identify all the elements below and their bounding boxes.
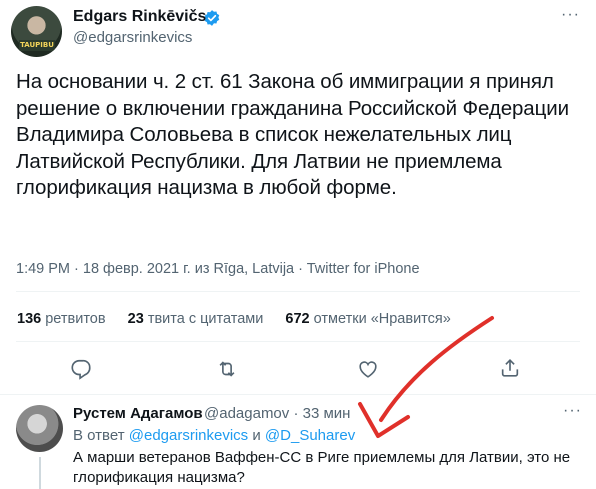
annotation-arrow: [358, 316, 494, 438]
